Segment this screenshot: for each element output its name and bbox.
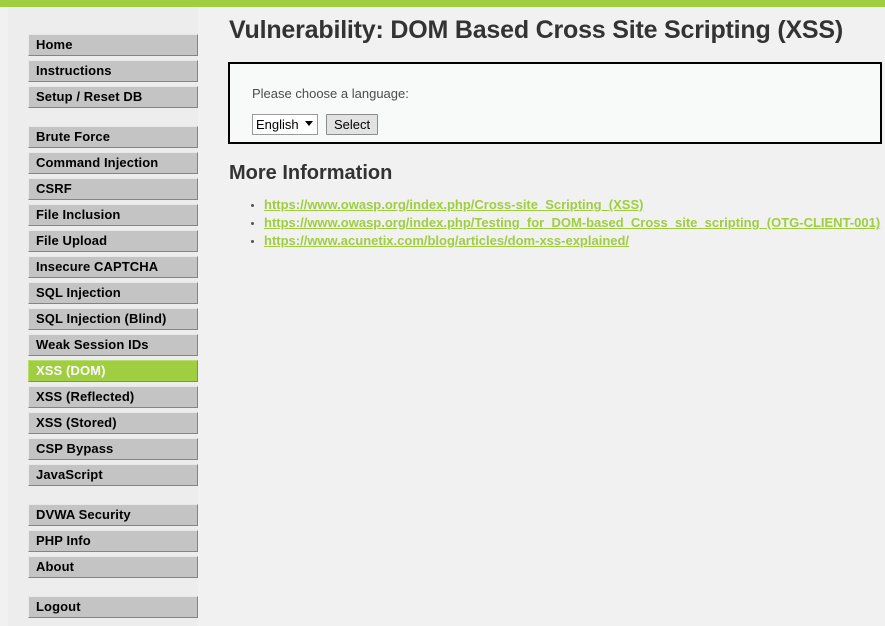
sidebar-item-xss-stored[interactable]: XSS (Stored) [28,412,198,434]
sidebar-item-xss-reflected[interactable]: XSS (Reflected) [28,386,198,408]
sidebar-item-file-inclusion[interactable]: File Inclusion [28,204,198,226]
sidebar-group: Brute Force Command Injection CSRF File Inc… [28,126,198,486]
sidebar-item-csp-bypass[interactable]: CSP Bypass [28,438,198,460]
sidebar-item-javascript[interactable]: JavaScript [28,464,198,486]
sidebar-item-xss-dom[interactable]: XSS (DOM) [28,360,198,382]
page-title: Vulnerability: DOM Based Cross Site Scri… [229,16,843,44]
sidebar-item-file-upload[interactable]: File Upload [28,230,198,252]
sidebar-group: Logout [28,596,198,618]
sidebar-group: DVWA Security PHP Info About [28,504,198,578]
sidebar-nav: Home Instructions Setup / Reset DB Brute Fo… [28,34,198,618]
sidebar-item-command-injection[interactable]: Command Injection [28,152,198,174]
language-form: English Select [252,114,379,135]
sidebar-item-php-info[interactable]: PHP Info [28,530,198,552]
vulnerability-box: Please choose a language: English Select [228,62,882,144]
info-link[interactable]: https://www.acunetix.com/blog/articles/d… [264,233,629,248]
top-accent-bar [0,0,885,7]
sidebar-item-weak-session-ids[interactable]: Weak Session IDs [28,334,198,356]
sidebar-item-instructions[interactable]: Instructions [28,60,198,82]
sidebar-item-home[interactable]: Home [28,34,198,56]
sidebar-item-insecure-captcha[interactable]: Insecure CAPTCHA [28,256,198,278]
sidebar-item-brute-force[interactable]: Brute Force [28,126,198,148]
sidebar-panel: Home Instructions Setup / Reset DB Brute Fo… [8,7,198,626]
language-select[interactable]: English [252,114,318,135]
more-information-heading: More Information [229,162,393,184]
sidebar-group: Home Instructions Setup / Reset DB [28,34,198,108]
list-item: https://www.owasp.org/index.php/Cross-si… [264,197,885,214]
language-select-wrapper: English [252,114,318,135]
more-information-list: https://www.owasp.org/index.php/Cross-si… [228,197,885,251]
sidebar-item-sql-injection-blind[interactable]: SQL Injection (Blind) [28,308,198,330]
list-item: https://www.owasp.org/index.php/Testing_… [264,215,885,232]
language-prompt-label: Please choose a language: [252,86,409,101]
sidebar-item-setup-reset-db[interactable]: Setup / Reset DB [28,86,198,108]
sidebar-item-sql-injection[interactable]: SQL Injection [28,282,198,304]
info-link[interactable]: https://www.owasp.org/index.php/Testing_… [264,215,880,230]
select-button[interactable]: Select [326,114,379,135]
list-item: https://www.acunetix.com/blog/articles/d… [264,233,885,250]
main-content: Vulnerability: DOM Based Cross Site Scri… [198,7,885,626]
sidebar-item-logout[interactable]: Logout [28,596,198,618]
info-link[interactable]: https://www.owasp.org/index.php/Cross-si… [264,197,643,212]
sidebar-item-csrf[interactable]: CSRF [28,178,198,200]
sidebar-item-dvwa-security[interactable]: DVWA Security [28,504,198,526]
sidebar-item-about[interactable]: About [28,556,198,578]
